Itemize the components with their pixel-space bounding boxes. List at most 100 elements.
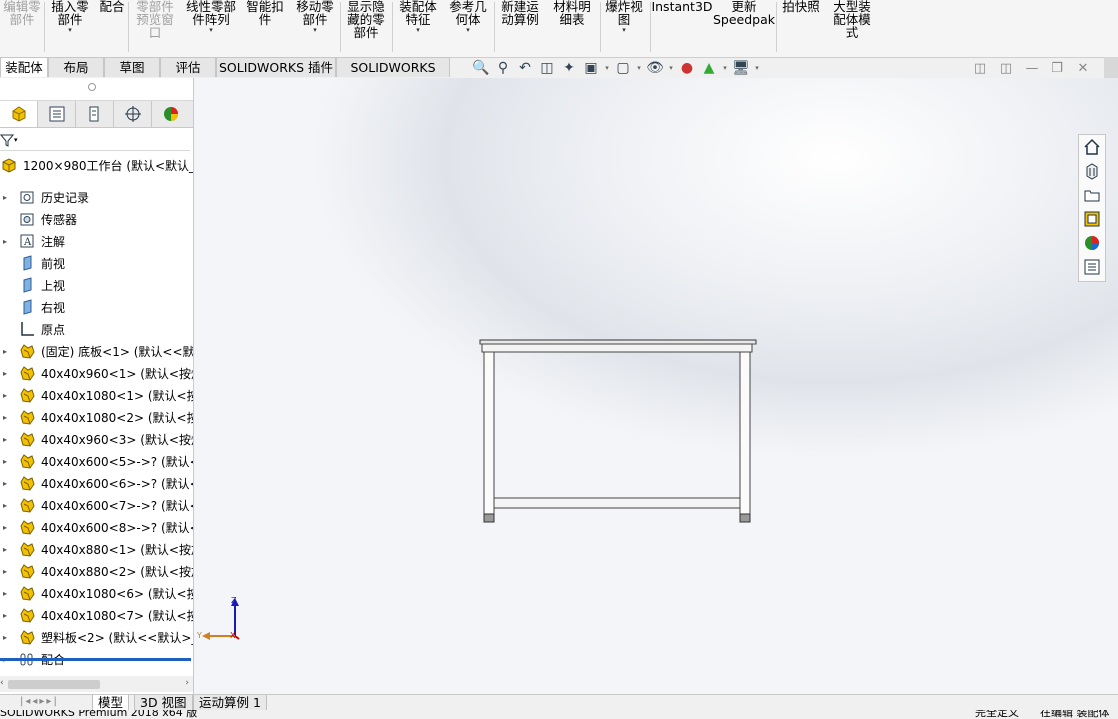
edit-appearance-icon[interactable]: ●	[676, 58, 698, 78]
tree-item[interactable]: ▸ 40x40x1080<1> (默认<按加	[0, 384, 193, 406]
minimize-window-icon[interactable]: —	[1022, 60, 1042, 76]
tree-item[interactable]: ▸ 40x40x600<8>->? (默认<按	[0, 516, 193, 538]
tab-scroll-arrows-icon[interactable]: |◂◂▸▸|	[20, 696, 59, 707]
tree-item[interactable]: ▸ (固定) 底板<1> (默认<<默认	[0, 340, 193, 362]
tree-root-assembly[interactable]: 1200×980工作台 (默认<默认_显	[0, 154, 193, 176]
tab-layout[interactable]: 布局	[48, 57, 104, 77]
dimxpertmanager-tab[interactable]	[114, 101, 152, 127]
expand-arrow-icon[interactable]: ▸	[0, 369, 10, 378]
expand-arrow-icon[interactable]: ▸	[0, 523, 10, 532]
tree-item[interactable]: 右视	[0, 296, 193, 318]
tab-evaluate[interactable]: 评估	[160, 57, 216, 77]
task-pane-collapse-handle[interactable]	[1104, 57, 1118, 78]
close-window-icon[interactable]: ✕	[1073, 60, 1093, 76]
large-assembly-mode-button[interactable]: 大型装 配体模 式	[828, 0, 876, 56]
tree-item[interactable]: ▸ 40x40x600<5>->? (默认<按	[0, 450, 193, 472]
scroll-thumb[interactable]	[8, 680, 100, 689]
tree-item[interactable]: ▸ 40x40x1080<2> (默认<按加	[0, 406, 193, 428]
component-preview-window-button[interactable]: 零部件 预览窗 口	[130, 0, 180, 56]
move-component-button[interactable]: 移动零 部件 ▾	[290, 0, 340, 56]
new-motion-study-button[interactable]: 新建运 动算例	[496, 0, 544, 56]
tab-motion-study[interactable]: 运动算例 1	[193, 695, 267, 711]
take-snapshot-button[interactable]: 拍快照	[778, 0, 824, 56]
expand-arrow-icon[interactable]: ▸	[0, 457, 10, 466]
tree-item[interactable]: ▸ 40x40x880<1> (默认<按加	[0, 538, 193, 560]
tree-item[interactable]: ▸ 塑料板<2> (默认<<默认>_	[0, 626, 193, 648]
tab-assembly[interactable]: 装配体	[0, 57, 48, 77]
tree-item[interactable]: ▸ A 注解	[0, 230, 193, 252]
tile-pane-icon[interactable]: ◫	[996, 60, 1016, 76]
mate-button[interactable]: 配合	[96, 0, 128, 56]
tree-item[interactable]: 前视	[0, 252, 193, 274]
zoom-to-fit-icon[interactable]: 🔍	[470, 58, 492, 78]
bill-of-materials-button[interactable]: 材料明 细表	[548, 0, 596, 56]
hide-show-items-icon[interactable]: 👁	[644, 58, 666, 78]
reference-geometry-button[interactable]: 参考几 何体 ▾	[444, 0, 492, 56]
graphics-area[interactable]: Z Y X	[194, 78, 1118, 694]
tree-filter[interactable]: ▾	[0, 130, 30, 150]
expand-arrow-icon[interactable]: ▸	[0, 435, 10, 444]
expand-arrow-icon[interactable]: ▸	[0, 545, 10, 554]
tree-item[interactable]: ▸ 40x40x880<2> (默认<按加	[0, 560, 193, 582]
expand-arrow-icon[interactable]: ▸	[0, 347, 10, 356]
tree-horizontal-scrollbar[interactable]: ‹ ›	[0, 676, 193, 692]
expand-arrow-icon[interactable]: ▸	[0, 501, 10, 510]
display-style-icon[interactable]: ▢	[612, 58, 634, 78]
tab-solidworks-addins[interactable]: SOLIDWORKS 插件	[216, 57, 336, 77]
tree-item[interactable]: ▸ 40x40x1080<7> (默认<按加	[0, 604, 193, 626]
tree-item[interactable]: ▸ 40x40x960<3> (默认<按焊	[0, 428, 193, 450]
tab-model[interactable]: 模型	[92, 695, 130, 711]
file-explorer-tab[interactable]	[1081, 184, 1103, 206]
view-settings-icon[interactable]: 🖥	[730, 58, 752, 78]
expand-arrow-icon[interactable]: ▸	[0, 633, 10, 642]
expand-arrow-icon[interactable]: ▸	[0, 391, 10, 400]
instant3d-button[interactable]: Instant3D	[651, 0, 712, 56]
workbench-model[interactable]	[194, 78, 1118, 694]
restore-pane-icon[interactable]: ◫	[970, 60, 990, 76]
appearances-tab[interactable]	[1081, 232, 1103, 254]
update-speedpak-button[interactable]: 更新 Speedpak	[713, 0, 775, 56]
rollback-bar[interactable]	[0, 658, 191, 661]
tree-item[interactable]: ▸ 40x40x600<6>->? (默认<按	[0, 472, 193, 494]
panel-grip-icon[interactable]	[88, 83, 96, 91]
section-view-icon[interactable]: ◫	[536, 58, 558, 78]
view-settings-dropdown[interactable]: ▾	[752, 64, 762, 72]
featuremanager-tab[interactable]	[0, 101, 38, 127]
zoom-to-area-icon[interactable]: ⚲	[492, 58, 514, 78]
custom-properties-tab[interactable]	[1081, 256, 1103, 278]
insert-components-button[interactable]: 插入零 部件 ▾	[46, 0, 94, 56]
tree-item[interactable]: 上视	[0, 274, 193, 296]
tree-item[interactable]: ▸ 40x40x600<7>->? (默认<按	[0, 494, 193, 516]
tab-3d-view[interactable]: 3D 视图	[134, 695, 193, 711]
assembly-features-button[interactable]: 装配体 特征 ▾	[394, 0, 442, 56]
edit-component-button[interactable]: 编辑零 部件	[0, 0, 44, 56]
propertymanager-tab[interactable]	[38, 101, 76, 127]
apply-scene-dropdown[interactable]: ▾	[720, 64, 730, 72]
design-library-tab[interactable]	[1081, 160, 1103, 182]
view-orientation-icon[interactable]: ▣	[580, 58, 602, 78]
displaymanager-tab[interactable]	[152, 101, 190, 127]
hide-show-dropdown[interactable]: ▾	[666, 64, 676, 72]
configurationmanager-tab[interactable]	[76, 101, 114, 127]
expand-arrow-icon[interactable]: ▸	[0, 567, 10, 576]
smart-fasteners-button[interactable]: 智能扣 件	[242, 0, 288, 56]
scroll-left-icon[interactable]: ‹	[0, 678, 4, 688]
expand-arrow-icon[interactable]: ▸	[0, 193, 10, 202]
tree-item[interactable]: ▸ 40x40x1080<6> (默认<按加	[0, 582, 193, 604]
tree-item[interactable]: 传感器	[0, 208, 193, 230]
expand-arrow-icon[interactable]: ▸	[0, 589, 10, 598]
dynamic-annotation-icon[interactable]: ✦	[558, 58, 580, 78]
restore-window-icon[interactable]: ❐	[1047, 60, 1067, 76]
view-palette-tab[interactable]	[1081, 208, 1103, 230]
scroll-right-icon[interactable]: ›	[185, 678, 189, 688]
previous-view-icon[interactable]: ↶	[514, 58, 536, 78]
display-style-dropdown[interactable]: ▾	[634, 64, 644, 72]
show-hidden-components-button[interactable]: 显示隐 藏的零 部件	[342, 0, 390, 56]
view-orientation-dropdown[interactable]: ▾	[602, 64, 612, 72]
tab-solidworks-mbd[interactable]: SOLIDWORKS MBD	[336, 57, 450, 95]
expand-arrow-icon[interactable]: ▸	[0, 237, 10, 246]
linear-component-pattern-button[interactable]: 线性零部 件阵列 ▾	[182, 0, 240, 56]
tree-item[interactable]: 原点	[0, 318, 193, 340]
expand-arrow-icon[interactable]: ▸	[0, 611, 10, 620]
tab-sketch[interactable]: 草图	[104, 57, 160, 77]
